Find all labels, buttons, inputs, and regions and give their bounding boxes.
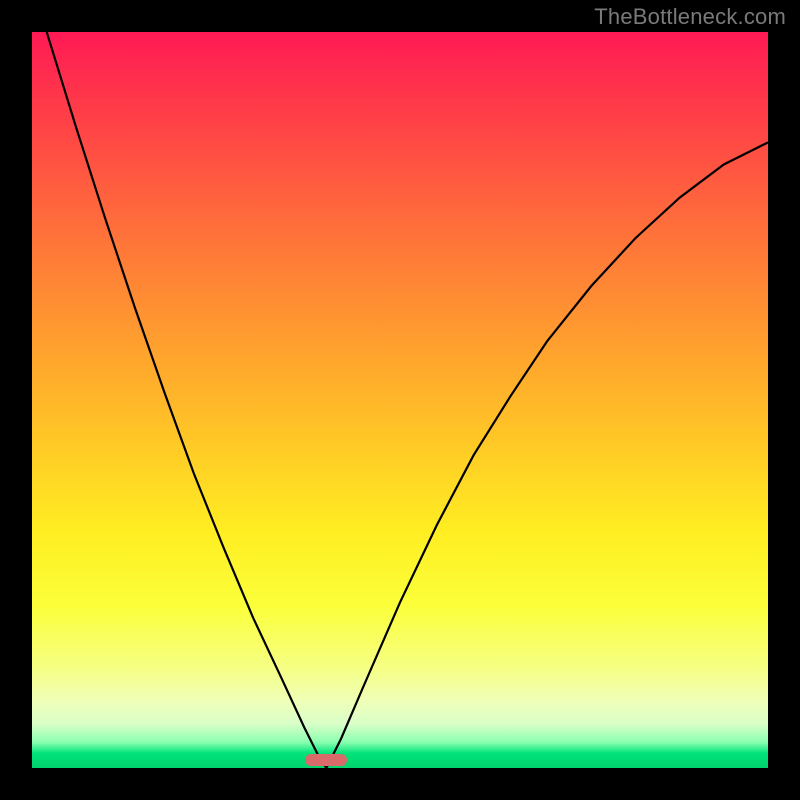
chart-frame: TheBottleneck.com [0, 0, 800, 800]
plot-area [32, 32, 768, 768]
curve-left-branch [47, 32, 327, 768]
curve-right-branch [326, 142, 768, 768]
bottleneck-curve [32, 32, 768, 768]
balance-marker [305, 754, 347, 766]
watermark-text: TheBottleneck.com [594, 4, 786, 30]
